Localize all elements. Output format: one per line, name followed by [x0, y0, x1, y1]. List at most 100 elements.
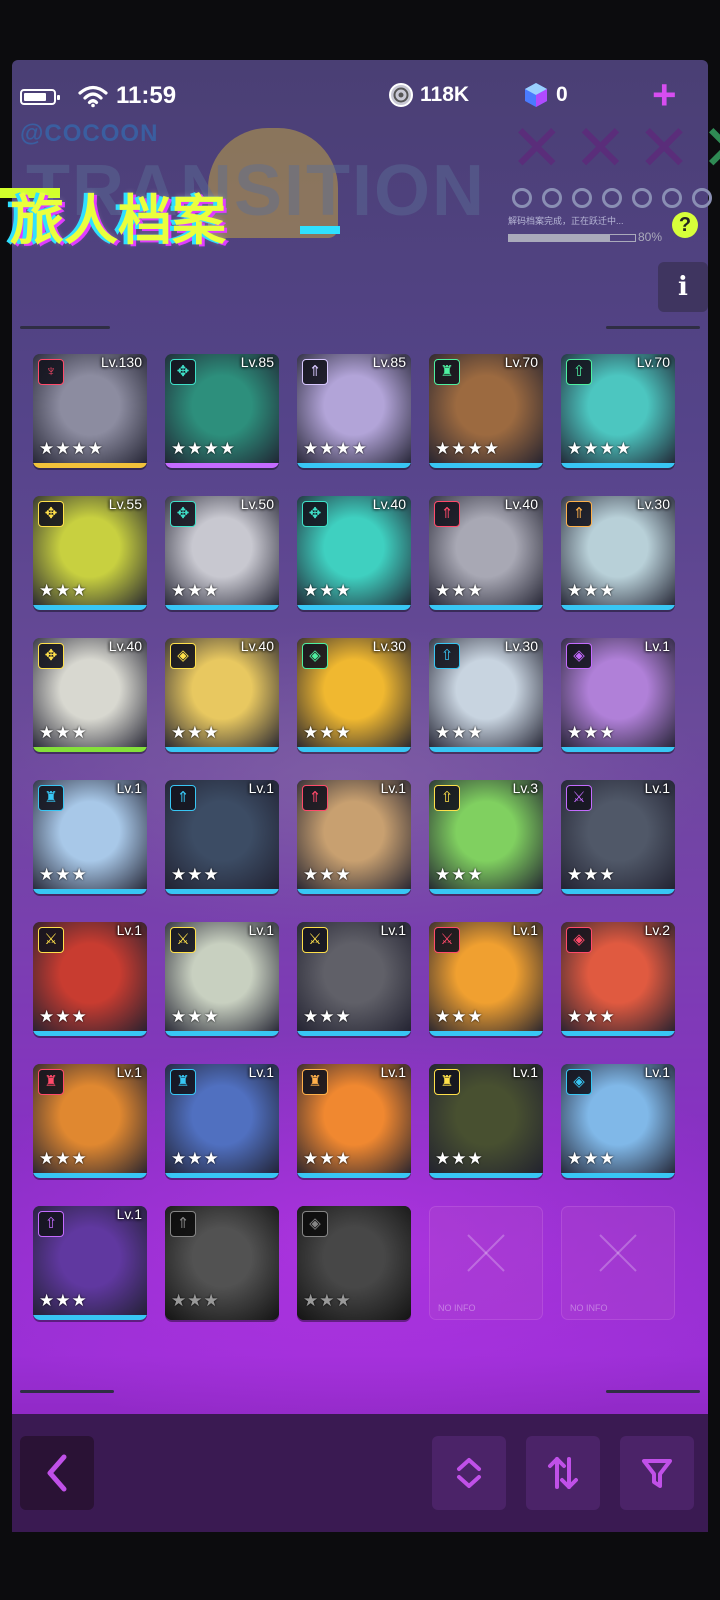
star-rating: ★★★ [567, 1007, 616, 1026]
diamond-class-icon: ◈ [566, 927, 592, 953]
arrow-class-icon: ✥ [38, 501, 64, 527]
character-level: Lv.1 [644, 1064, 670, 1080]
star-rating: ★★★ [567, 581, 616, 600]
banner-progress-bar [508, 234, 636, 242]
star-rating: ★★★ [39, 723, 88, 742]
gem-amount: 0 [556, 83, 568, 106]
rarity-bar [429, 463, 543, 468]
character-card[interactable]: ♜ Lv.1 ★★★ [33, 780, 147, 894]
diamond-class-icon: ◈ [302, 643, 328, 669]
character-level: Lv.40 [372, 496, 406, 512]
character-level: Lv.70 [636, 354, 670, 370]
bottom-divider-right [606, 1390, 700, 1393]
character-card[interactable]: ⇑ ★★★ [165, 1206, 279, 1320]
character-card[interactable]: ⇑ Lv.40 ★★★ [429, 496, 543, 610]
character-level: Lv.40 [108, 638, 142, 654]
character-card[interactable]: ♆ Lv.130 ★★★★ [33, 354, 147, 468]
star-rating: ★★★ [171, 1007, 220, 1026]
character-card[interactable]: ⇑ Lv.1 ★★★ [297, 780, 411, 894]
character-card[interactable]: ⇑ Lv.1 ★★★ [165, 780, 279, 894]
character-level: Lv.1 [512, 922, 538, 938]
rarity-bar [429, 889, 543, 894]
up-arrow-class-icon: ⇧ [434, 785, 460, 811]
star-rating: ★★★ [171, 865, 220, 884]
character-card[interactable]: ✥ Lv.40 ★★★ [33, 638, 147, 752]
character-card[interactable]: ⚔ Lv.1 ★★★ [561, 780, 675, 894]
character-card[interactable]: ⇑ Lv.30 ★★★ [561, 496, 675, 610]
banner-progress-percent: 80% [638, 230, 663, 244]
rarity-bar [297, 1173, 411, 1178]
character-card[interactable]: ✥ Lv.85 ★★★★ [165, 354, 279, 468]
top-divider-left [20, 326, 110, 329]
empty-slot: NO INFO [429, 1206, 543, 1320]
rarity-bar [297, 747, 411, 752]
character-card[interactable]: ♜ Lv.70 ★★★★ [429, 354, 543, 468]
rarity-bar [33, 1315, 147, 1320]
character-card[interactable]: ⇧ Lv.3 ★★★ [429, 780, 543, 894]
star-rating: ★★★ [303, 723, 352, 742]
star-rating: ★★★★ [435, 439, 500, 458]
character-card[interactable]: ⚔ Lv.1 ★★★ [297, 922, 411, 1036]
star-rating: ★★★★ [567, 439, 632, 458]
character-card[interactable]: ◈ Lv.1 ★★★ [561, 638, 675, 752]
character-card[interactable]: ◈ ★★★ [297, 1206, 411, 1320]
circle-indicators [512, 188, 720, 208]
rarity-bar [33, 1031, 147, 1036]
coin-icon [389, 83, 413, 107]
coin-counter[interactable]: 118K [388, 82, 469, 108]
character-level: Lv.30 [636, 496, 670, 512]
character-card[interactable]: ♜ Lv.1 ★★★ [429, 1064, 543, 1178]
rarity-bar [429, 1031, 543, 1036]
rarity-bar [33, 605, 147, 610]
expand-collapse-button[interactable] [432, 1436, 506, 1510]
character-card[interactable]: ⚔ Lv.1 ★★★ [33, 922, 147, 1036]
character-level: Lv.30 [372, 638, 406, 654]
character-card[interactable]: ⇧ Lv.30 ★★★ [429, 638, 543, 752]
up-arrow-class-icon: ⇑ [434, 501, 460, 527]
empty-slot-label: NO INFO [570, 1303, 608, 1313]
character-card[interactable]: ◈ Lv.30 ★★★ [297, 638, 411, 752]
back-button[interactable] [20, 1436, 94, 1510]
character-card[interactable]: ♜ Lv.1 ★★★ [165, 1064, 279, 1178]
shield-class-icon: ♜ [434, 359, 460, 385]
filter-button[interactable] [620, 1436, 694, 1510]
help-button[interactable]: ? [672, 212, 698, 238]
gem-cube-icon [525, 83, 547, 107]
gem-counter[interactable]: 0 [524, 82, 568, 108]
star-rating: ★★★★ [171, 439, 236, 458]
star-rating: ★★★ [567, 865, 616, 884]
character-card[interactable]: ◈ Lv.2 ★★★ [561, 922, 675, 1036]
character-card[interactable]: ✥ Lv.50 ★★★ [165, 496, 279, 610]
character-card[interactable]: ♜ Lv.1 ★★★ [297, 1064, 411, 1178]
rarity-bar [429, 605, 543, 610]
star-rating: ★★★ [303, 1149, 352, 1168]
rarity-bar [561, 889, 675, 894]
character-card[interactable]: ⇧ Lv.1 ★★★ [33, 1206, 147, 1320]
add-currency-button[interactable]: + [652, 74, 677, 116]
rarity-bar [165, 463, 279, 468]
character-level: Lv.40 [504, 496, 538, 512]
character-level: Lv.70 [504, 354, 538, 370]
character-card[interactable]: ⇧ Lv.70 ★★★★ [561, 354, 675, 468]
sort-button[interactable] [526, 1436, 600, 1510]
character-level: Lv.2 [644, 922, 670, 938]
star-rating: ★★★ [171, 723, 220, 742]
character-level: Lv.3 [512, 780, 538, 796]
character-level: Lv.50 [240, 496, 274, 512]
character-card[interactable]: ◈ Lv.40 ★★★ [165, 638, 279, 752]
arrow-class-icon: ✥ [170, 359, 196, 385]
star-rating: ★★★ [435, 865, 484, 884]
character-card[interactable]: ⚔ Lv.1 ★★★ [165, 922, 279, 1036]
info-button[interactable]: i [658, 262, 708, 312]
clock: 11:59 [116, 82, 177, 109]
character-card[interactable]: ✥ Lv.55 ★★★ [33, 496, 147, 610]
star-rating: ★★★ [303, 1291, 352, 1310]
swords-class-icon: ⚔ [170, 927, 196, 953]
character-card[interactable]: ⚔ Lv.1 ★★★ [429, 922, 543, 1036]
character-card[interactable]: ◈ Lv.1 ★★★ [561, 1064, 675, 1178]
star-rating: ★★★ [567, 1149, 616, 1168]
character-card[interactable]: ⇑ Lv.85 ★★★★ [297, 354, 411, 468]
arrow-class-icon: ✥ [170, 501, 196, 527]
character-card[interactable]: ✥ Lv.40 ★★★ [297, 496, 411, 610]
character-card[interactable]: ♜ Lv.1 ★★★ [33, 1064, 147, 1178]
